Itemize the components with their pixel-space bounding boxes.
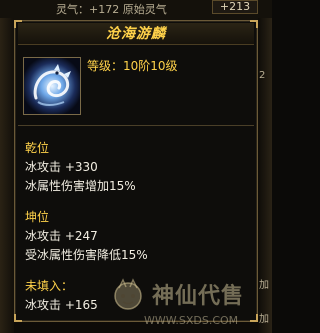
watermark-brand: 神仙代售 xyxy=(152,283,245,309)
game-screen: 灵气：+172 原始灵气 +213 2 加 加 沧海游麟 等级：10阶10级 乾… xyxy=(0,0,272,333)
stat-line: 受冰属性伤害降低15% xyxy=(25,248,148,262)
item-grade: 等级：10阶10级 xyxy=(87,59,178,73)
background-spirit-label: 灵气：+172 原始灵气 xyxy=(56,3,167,16)
frame-corner xyxy=(14,314,22,322)
section-heading-kun: 坤位 xyxy=(25,210,50,224)
dragon-icon xyxy=(24,58,80,114)
mascot-icon xyxy=(114,278,142,310)
background-attribute-row: 灵气：+172 原始灵气 +213 xyxy=(0,0,272,20)
section-heading-qian: 乾位 xyxy=(25,141,50,155)
stat-line: 冰攻击 +330 xyxy=(25,160,98,174)
stat-line: 冰攻击 +247 xyxy=(25,229,98,243)
watermark-site: WWW.SXDS.COM xyxy=(144,314,239,327)
tooltip-divider xyxy=(18,125,254,126)
stat-line: 冰属性伤害增加15% xyxy=(25,179,136,193)
item-title: 沧海游麟 xyxy=(106,26,166,42)
background-fragment: 2 xyxy=(259,70,266,81)
item-icon-frame xyxy=(23,57,81,115)
tooltip-title-bar: 沧海游麟 xyxy=(18,23,254,45)
background-spirit-value: +213 xyxy=(212,0,258,14)
background-left-panel xyxy=(0,18,14,333)
watermark: 神仙代售 WWW.SXDS.COM xyxy=(102,276,272,333)
